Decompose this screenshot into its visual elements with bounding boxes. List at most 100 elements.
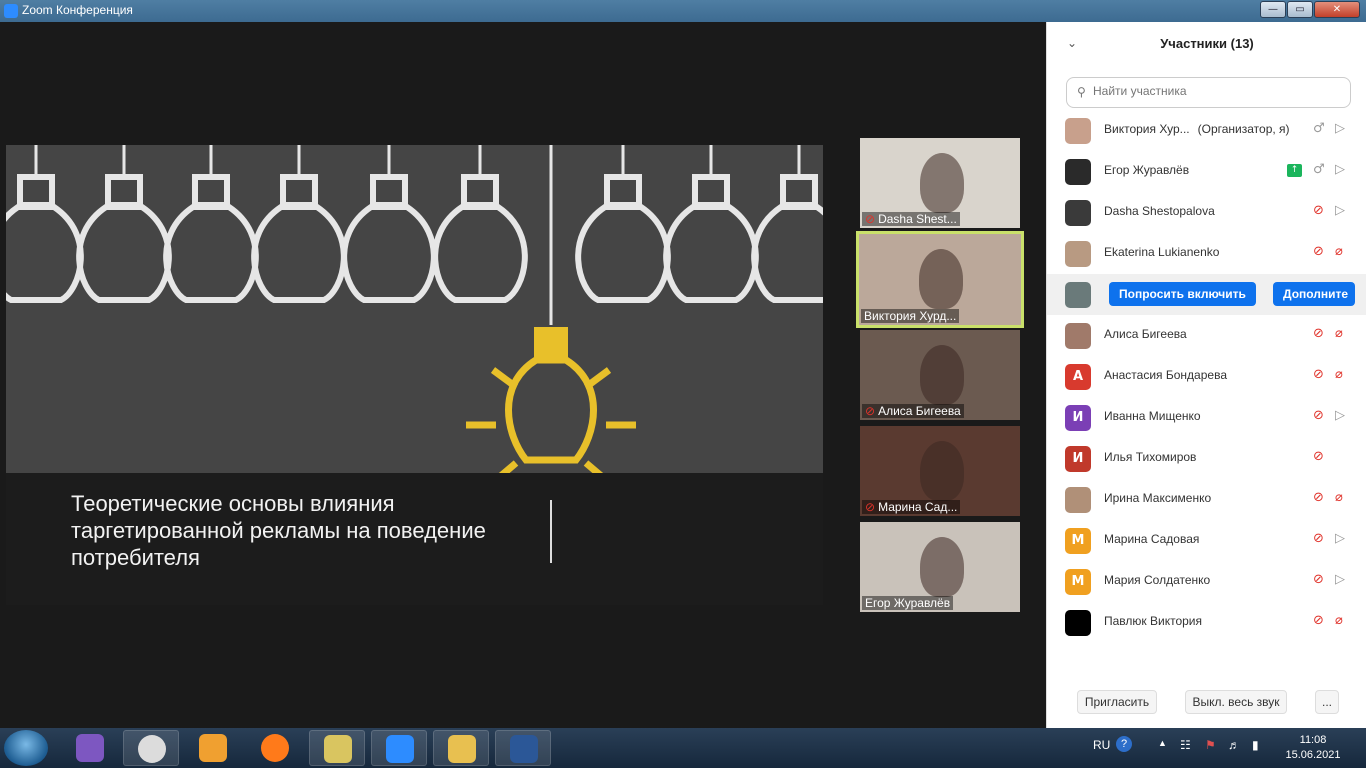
network-icon[interactable]: ☷ bbox=[1180, 738, 1191, 752]
mute-all-button[interactable]: Выкл. весь звук bbox=[1185, 690, 1287, 714]
microphone-muted-icon[interactable]: ⊘ bbox=[1313, 326, 1324, 342]
microphone-muted-icon[interactable]: ⊘ bbox=[1313, 490, 1324, 506]
media-player-icon bbox=[199, 734, 227, 762]
participants-panel: ⌄ Участники (13) ⚲ Виктория Хур... (Орган… bbox=[1046, 22, 1366, 728]
lit-lightbulb-icon bbox=[466, 145, 636, 505]
viber-icon bbox=[76, 734, 104, 762]
system-clock[interactable]: 11:08 15.06.2021 bbox=[1282, 733, 1344, 763]
video-camera-icon[interactable]: ▷ bbox=[1335, 531, 1345, 547]
signal-icon[interactable]: ▮ bbox=[1252, 738, 1259, 752]
thumbnail-name: ⊘ Алиса Бигеева bbox=[862, 404, 964, 418]
video-camera-icon[interactable]: ▷ bbox=[1335, 121, 1345, 137]
microphone-icon[interactable]: ♂ bbox=[1313, 162, 1325, 178]
more-button[interactable]: Дополните bbox=[1273, 282, 1355, 306]
video-thumbnail[interactable]: ⊘ Марина Сад... bbox=[860, 426, 1020, 516]
video-camera-off-icon[interactable]: ⌀ bbox=[1335, 613, 1343, 629]
participant-name-text: Анастасия Бондарева bbox=[1104, 368, 1227, 382]
participant-row[interactable]: М Мария Солдатенко ⊘ ▷ bbox=[1047, 561, 1366, 602]
video-thumbnail[interactable]: Виктория Хурд... bbox=[856, 231, 1024, 328]
participant-name-text: Егор Журавлёв bbox=[1104, 163, 1190, 177]
clock-date: 15.06.2021 bbox=[1285, 749, 1341, 761]
minimize-button[interactable]: — bbox=[1260, 1, 1286, 18]
zoom-icon bbox=[386, 735, 414, 763]
video-camera-icon[interactable]: ▷ bbox=[1335, 203, 1345, 219]
microphone-muted-icon[interactable]: ⊘ bbox=[1313, 531, 1324, 547]
participant-name-text: Павлюк Виктория bbox=[1104, 614, 1202, 628]
microphone-muted-icon[interactable]: ⊘ bbox=[1313, 408, 1324, 424]
taskbar-app-button[interactable] bbox=[247, 730, 303, 766]
participant-name: Виктория Хур... (Организатор, я) bbox=[1104, 122, 1290, 136]
taskbar-app-button[interactable] bbox=[123, 730, 179, 766]
microphone-muted-icon[interactable]: ⊘ bbox=[1313, 613, 1324, 629]
microphone-muted-icon[interactable]: ⊘ bbox=[1313, 367, 1324, 383]
video-camera-off-icon[interactable]: ⌀ bbox=[1335, 490, 1343, 506]
ask-to-unmute-button[interactable]: Попросить включить bbox=[1109, 282, 1256, 306]
tray-expand-icon[interactable]: ▲ bbox=[1158, 738, 1167, 748]
participant-row[interactable]: Ekaterina Lukianenko ⊘ ⌀ bbox=[1047, 233, 1366, 274]
thumbnail-name: ⊘ Марина Сад... bbox=[862, 500, 961, 514]
security-shield-icon bbox=[324, 735, 352, 763]
participant-row[interactable]: Егор Журавлёв ↑ ♂ ▷ bbox=[1047, 151, 1366, 192]
participant-row[interactable]: Попросить включить Дополните bbox=[1047, 274, 1366, 315]
taskbar-app-button[interactable] bbox=[185, 730, 241, 766]
video-camera-off-icon[interactable]: ⌀ bbox=[1335, 326, 1343, 342]
more-options-button[interactable]: ... bbox=[1315, 690, 1339, 714]
taskbar-app-button[interactable] bbox=[371, 730, 427, 766]
participant-row[interactable]: Виктория Хур... (Организатор, я) ♂ ▷ bbox=[1047, 110, 1366, 151]
participant-row[interactable]: И Иванна Мищенко ⊘ ▷ bbox=[1047, 397, 1366, 438]
language-indicator[interactable]: RU bbox=[1093, 738, 1110, 752]
participant-row[interactable]: М Марина Садовая ⊘ ▷ bbox=[1047, 520, 1366, 561]
participant-name-text: Ирина Максименко bbox=[1104, 491, 1212, 505]
participant-name: Павлюк Виктория bbox=[1104, 614, 1202, 628]
lightbulb-icon bbox=[663, 145, 759, 303]
participant-name: Ekaterina Lukianenko bbox=[1104, 245, 1219, 259]
participant-row[interactable]: Dasha Shestopalova ⊘ ▷ bbox=[1047, 192, 1366, 233]
volume-icon[interactable]: ♬ bbox=[1228, 738, 1240, 752]
thumbnail-name-text: Dasha Shest... bbox=[878, 212, 957, 226]
thumbnail-name-text: Виктория Хурд... bbox=[864, 309, 957, 323]
participant-video bbox=[920, 345, 964, 405]
avatar bbox=[1065, 282, 1091, 308]
video-thumbnail[interactable]: Егор Журавлёв bbox=[860, 522, 1020, 612]
video-camera-icon[interactable]: ▷ bbox=[1335, 162, 1345, 178]
taskbar-app-button[interactable] bbox=[309, 730, 365, 766]
search-input[interactable] bbox=[1093, 84, 1343, 98]
avatar bbox=[1065, 487, 1091, 513]
windows-taskbar: RU ? ▲ ☷ ⚑ ♬ ▮ 11:08 15.06.2021 bbox=[0, 728, 1366, 768]
video-thumbnail[interactable]: ⊘ Алиса Бигеева bbox=[860, 330, 1020, 420]
action-center-icon[interactable]: ⚑ bbox=[1205, 738, 1216, 752]
video-camera-icon[interactable]: ▷ bbox=[1335, 408, 1345, 424]
microphone-icon[interactable]: ♂ bbox=[1313, 121, 1325, 137]
microphone-muted-icon[interactable]: ⊘ bbox=[1313, 244, 1324, 260]
lightbulb-icon bbox=[76, 145, 172, 303]
video-camera-off-icon[interactable]: ⌀ bbox=[1335, 244, 1343, 260]
avatar bbox=[1065, 323, 1091, 349]
close-button[interactable]: ✕ bbox=[1314, 1, 1360, 18]
participant-name-text: Марина Садовая bbox=[1104, 532, 1200, 546]
thumbnail-name: ⊘ Dasha Shest... bbox=[862, 212, 960, 226]
help-icon[interactable]: ? bbox=[1116, 736, 1132, 752]
participant-row[interactable]: Павлюк Виктория ⊘ ⌀ bbox=[1047, 602, 1366, 643]
participant-row[interactable]: А Анастасия Бондарева ⊘ ⌀ bbox=[1047, 356, 1366, 397]
maximize-button[interactable]: ▭ bbox=[1287, 1, 1313, 18]
video-camera-off-icon[interactable]: ⌀ bbox=[1335, 367, 1343, 383]
video-camera-icon[interactable]: ▷ bbox=[1335, 572, 1345, 588]
taskbar-app-button[interactable] bbox=[433, 730, 489, 766]
taskbar-app-button[interactable] bbox=[62, 730, 118, 766]
participant-row[interactable]: Ирина Максименко ⊘ ⌀ bbox=[1047, 479, 1366, 520]
participant-row[interactable]: И Илья Тихомиров ⊘ bbox=[1047, 438, 1366, 479]
slide-title: Теоретические основы влияния таргетирова… bbox=[71, 491, 486, 570]
invite-button[interactable]: Пригласить bbox=[1077, 690, 1157, 714]
participant-row[interactable]: Алиса Бигеева ⊘ ⌀ bbox=[1047, 315, 1366, 356]
participant-search[interactable]: ⚲ bbox=[1066, 77, 1351, 108]
microphone-muted-icon[interactable]: ⊘ bbox=[1313, 572, 1324, 588]
chrome-icon bbox=[138, 735, 166, 763]
avatar bbox=[1065, 200, 1091, 226]
microphone-muted-icon[interactable]: ⊘ bbox=[1313, 203, 1324, 219]
taskbar-app-button[interactable] bbox=[495, 730, 551, 766]
microphone-muted-icon[interactable]: ⊘ bbox=[1313, 449, 1324, 465]
participant-name-text: Виктория Хур... bbox=[1104, 122, 1190, 136]
clock-time: 11:08 bbox=[1299, 734, 1327, 746]
start-button[interactable] bbox=[4, 730, 48, 766]
video-thumbnail[interactable]: ⊘ Dasha Shest... bbox=[860, 138, 1020, 228]
